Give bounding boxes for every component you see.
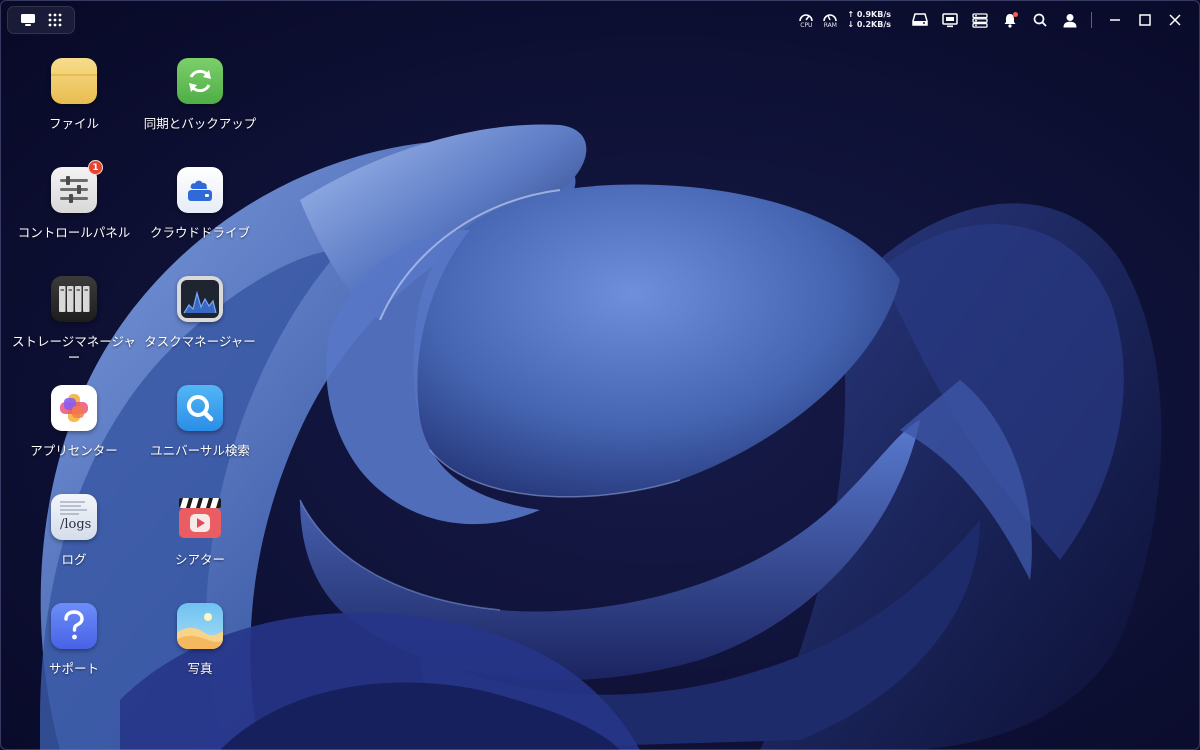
desktop-icon-control-panel[interactable]: 1 コントロールパネル: [11, 159, 137, 259]
logs-icon: /logs: [51, 494, 97, 540]
desktop-icon-label: 同期とバックアップ: [143, 116, 257, 131]
remote-desktop-button[interactable]: [935, 5, 965, 35]
tray-separator: [1091, 12, 1092, 28]
monitor-icon: [942, 12, 958, 27]
desktop-icon-support[interactable]: サポート: [11, 595, 137, 695]
resource-monitor-button[interactable]: [965, 5, 995, 35]
notification-badge: 1: [88, 160, 103, 175]
minimize-icon: [1110, 19, 1120, 21]
desktop-icon-storage-manager[interactable]: ストレージマネージャー: [11, 268, 137, 368]
external-device-button[interactable]: [905, 5, 935, 35]
desktop-icon-task-manager[interactable]: タスクマネージャー: [137, 268, 263, 368]
folder-icon: [51, 58, 97, 104]
launcher-group: [7, 6, 75, 34]
desktop-icon-label: ユニバーサル検索: [150, 443, 250, 458]
cpu-gauge[interactable]: CPU: [795, 11, 817, 29]
grid-icon: [48, 13, 61, 27]
app-grid-button[interactable]: [44, 9, 66, 31]
desktop-icon-sync-backup[interactable]: 同期とバックアップ: [137, 50, 263, 150]
user-icon: [1063, 13, 1077, 27]
top-bar: CPU RAM ↑ 0.9KB/s ↓ 0.2KB/s: [0, 0, 1200, 40]
desktop-icon-universal-search[interactable]: ユニバーサル検索: [137, 377, 263, 477]
user-menu-button[interactable]: [1055, 5, 1085, 35]
task-manager-icon: [177, 276, 223, 322]
maximize-button[interactable]: [1130, 5, 1160, 35]
download-speed: ↓ 0.2KB/s: [847, 20, 891, 29]
server-icon: [972, 12, 988, 28]
desktop-icon-theater[interactable]: シアター: [137, 486, 263, 586]
support-icon: [51, 603, 97, 649]
logs-tile-text: /logs: [60, 517, 92, 532]
desktop-icon-label: 写真: [187, 661, 213, 676]
universal-search-icon: [177, 385, 223, 431]
window-controls: [1100, 5, 1190, 35]
ram-label: RAM: [823, 22, 837, 29]
desktop-icon-label: ログ: [61, 552, 87, 567]
network-speed[interactable]: ↑ 0.9KB/s ↓ 0.2KB/s: [847, 10, 891, 30]
desktop-icon-label: サポート: [48, 661, 99, 676]
app-center-icon: [51, 385, 97, 431]
cpu-label: CPU: [800, 22, 813, 29]
ram-gauge[interactable]: RAM: [819, 11, 841, 29]
desktop-icon-label: アプリセンター: [30, 443, 118, 458]
desktop-icon-label: ファイル: [48, 116, 99, 131]
maximize-icon: [1139, 14, 1151, 26]
notifications-button[interactable]: [995, 5, 1025, 35]
desktop-icon-logs[interactable]: /logs ログ: [11, 486, 137, 586]
ram-gauge-icon: [823, 14, 838, 22]
show-desktop-button[interactable]: [17, 9, 39, 31]
desktop-icon-label: コントロールパネル: [17, 225, 131, 240]
close-button[interactable]: [1160, 5, 1190, 35]
close-icon: [1169, 14, 1181, 26]
desktop-icon-app-center[interactable]: アプリセンター: [11, 377, 137, 477]
search-button[interactable]: [1025, 5, 1055, 35]
theater-icon: [177, 494, 223, 540]
control-panel-icon: 1: [51, 160, 103, 213]
cloud-drive-icon: [177, 167, 223, 213]
desktop-icon: [20, 14, 35, 26]
notification-dot: [1013, 12, 1018, 17]
desktop-icon-files[interactable]: ファイル: [11, 50, 137, 150]
drive-icon: [912, 13, 928, 26]
desktop-icon-cloud-drive[interactable]: クラウドドライブ: [137, 159, 263, 259]
cpu-gauge-icon: [799, 14, 814, 22]
search-icon: [1033, 13, 1047, 27]
photos-icon: [177, 603, 223, 649]
upload-speed: ↑ 0.9KB/s: [847, 10, 891, 19]
desktop-icon-label: ストレージマネージャー: [12, 334, 136, 365]
minimize-button[interactable]: [1100, 5, 1130, 35]
storage-manager-icon: [51, 276, 97, 322]
system-tray: CPU RAM ↑ 0.9KB/s ↓ 0.2KB/s: [795, 0, 1200, 40]
desktop-icon-label: タスクマネージャー: [144, 334, 256, 349]
desktop-icon-photos[interactable]: 写真: [137, 595, 263, 695]
desktop-icon-label: クラウドドライブ: [149, 225, 250, 240]
desktop-icon-label: シアター: [174, 552, 225, 567]
sync-icon: [177, 58, 223, 104]
